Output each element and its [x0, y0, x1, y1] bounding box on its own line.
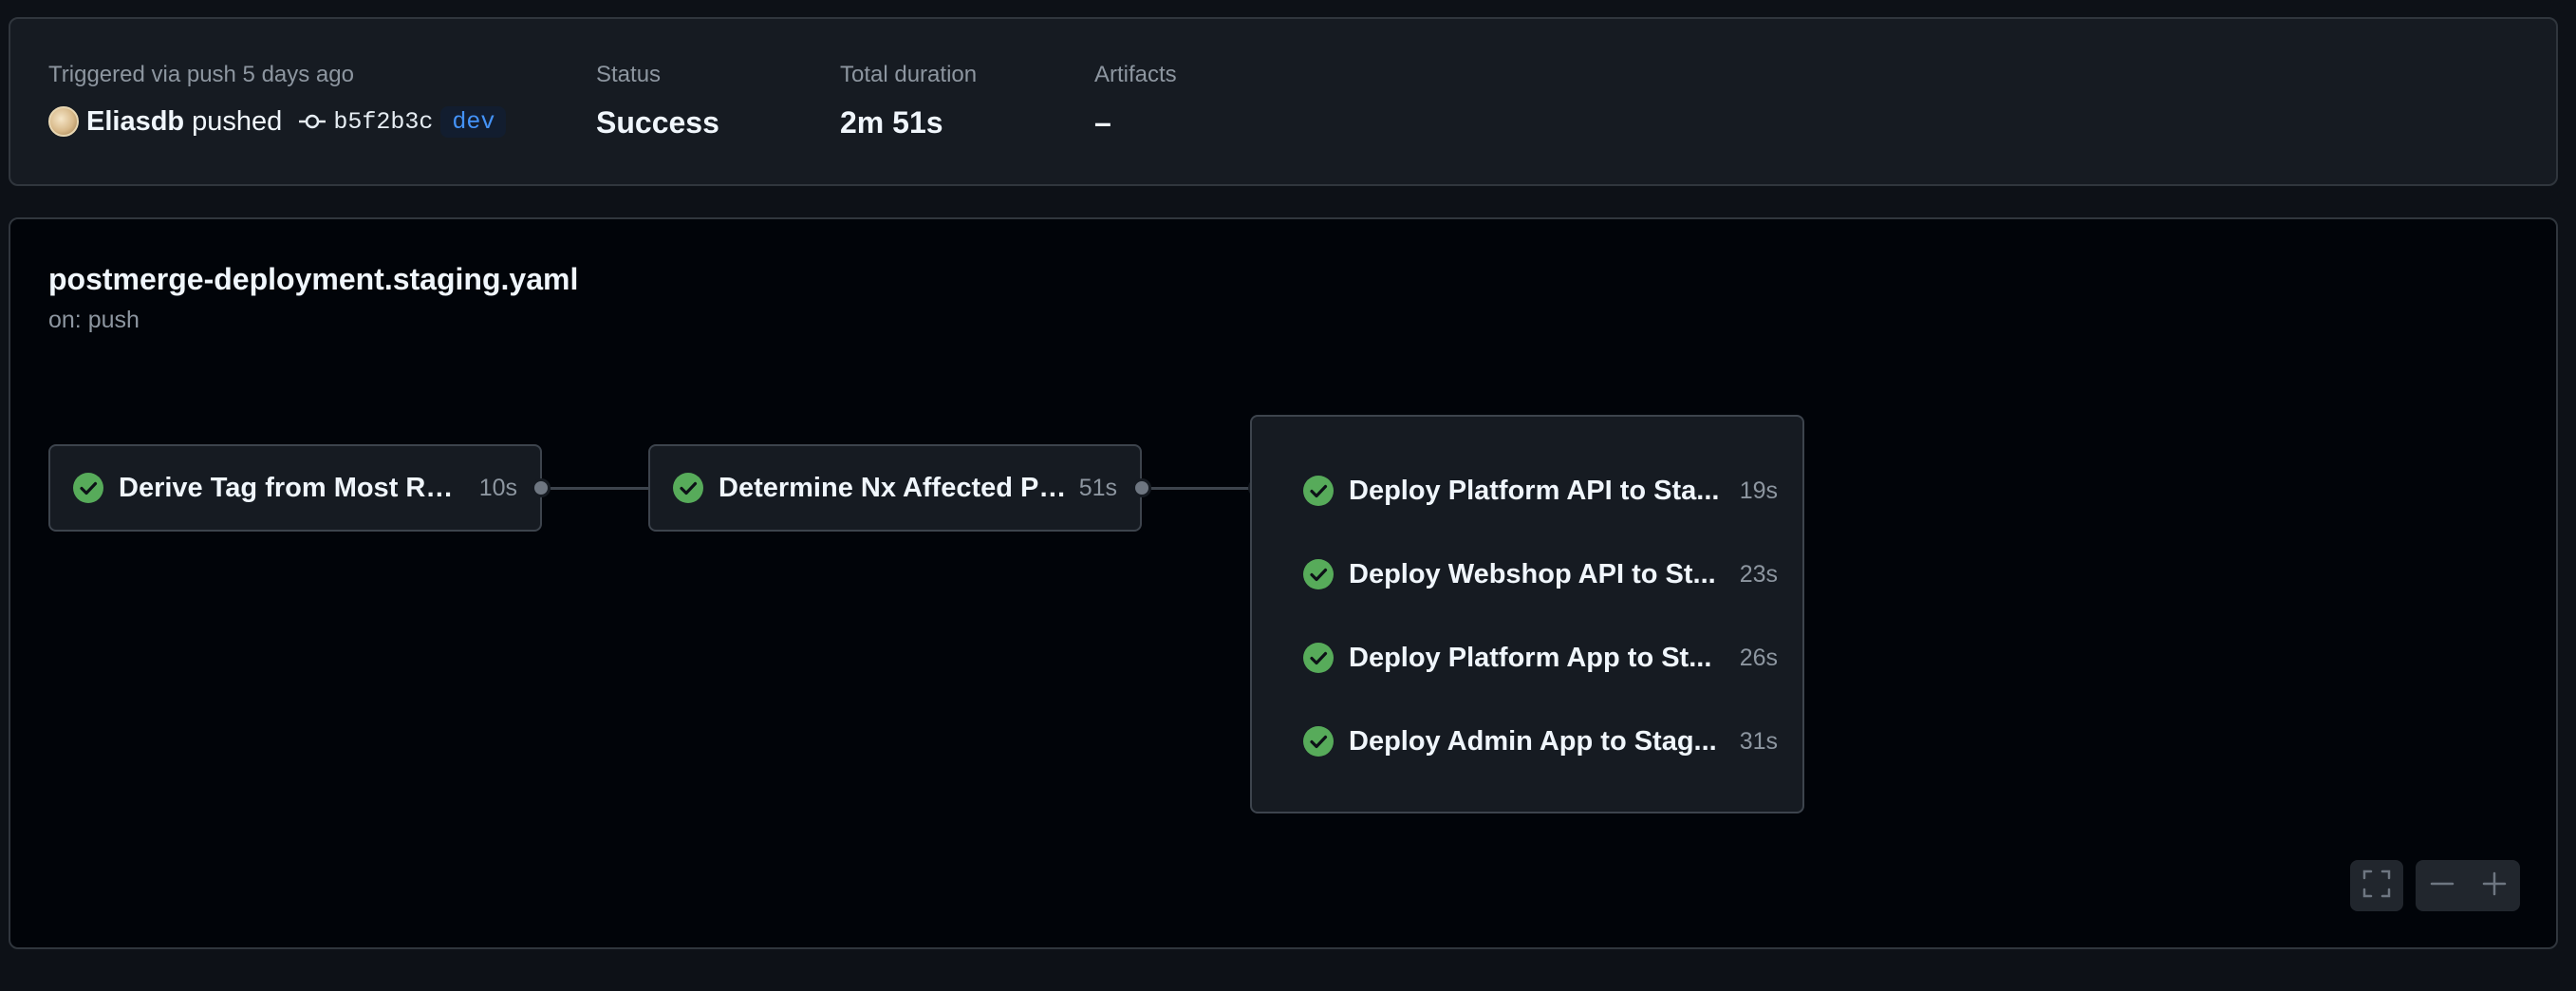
duration-label: Total duration — [840, 62, 978, 87]
deploy-job-group: Deploy Platform API to Sta... 19s Deploy… — [1250, 415, 1804, 813]
job-connector-line — [551, 487, 649, 490]
job-duration: 23s — [1739, 560, 1778, 588]
artifacts-label: Artifacts — [1094, 62, 1177, 87]
check-circle-icon — [1303, 643, 1334, 673]
minus-icon — [2430, 871, 2455, 901]
job-name: Deploy Admin App to Stag... — [1349, 725, 1717, 757]
job-name: Derive Tag from Most Rec... — [119, 472, 468, 503]
run-summary-panel: Triggered via push 5 days ago Eliasdb pu… — [9, 17, 2558, 186]
job-name: Deploy Platform App to St... — [1349, 642, 1712, 673]
job-deploy-admin-app[interactable]: Deploy Admin App to Stag... 31s — [1303, 713, 1778, 770]
artifacts-block: Artifacts – — [1094, 61, 1177, 140]
job-duration: 31s — [1739, 727, 1778, 755]
workflow-graph-panel[interactable]: postmerge-deployment.staging.yaml on: pu… — [9, 217, 2558, 949]
check-circle-icon — [1303, 476, 1334, 506]
check-circle-icon — [673, 473, 703, 503]
node-connector-dot — [532, 478, 551, 497]
node-connector-dot — [1132, 478, 1151, 497]
job-derive-tag[interactable]: Derive Tag from Most Rec... 10s — [48, 444, 542, 532]
plus-icon — [2482, 871, 2507, 901]
zoom-controls — [2416, 860, 2520, 911]
check-circle-icon — [1303, 726, 1334, 757]
job-connector-line — [1151, 487, 1250, 490]
duration-value: 2m 51s — [840, 105, 943, 140]
check-circle-icon — [1303, 559, 1334, 589]
fullscreen-button[interactable] — [2350, 860, 2403, 911]
job-name: Deploy Webshop API to St... — [1349, 558, 1716, 589]
job-deploy-platform-api[interactable]: Deploy Platform API to Sta... 19s — [1303, 462, 1778, 519]
job-deploy-platform-app[interactable]: Deploy Platform App to St... 26s — [1303, 629, 1778, 686]
job-name: Determine Nx Affected Pr... — [719, 472, 1068, 503]
trigger-info: Triggered via push 5 days ago Eliasdb pu… — [48, 61, 507, 140]
branch-badge[interactable]: dev — [440, 105, 507, 138]
job-duration: 19s — [1739, 477, 1778, 504]
status-block: Status Success — [596, 61, 719, 140]
job-determine-nx[interactable]: Determine Nx Affected Pr... 51s — [648, 444, 1142, 532]
zoom-out-button[interactable] — [2416, 860, 2468, 911]
avatar[interactable] — [48, 106, 79, 137]
workflow-trigger: on: push — [48, 307, 140, 333]
status-label: Status — [596, 62, 662, 87]
git-commit-icon — [299, 112, 327, 131]
zoom-in-button[interactable] — [2468, 860, 2520, 911]
check-circle-icon — [73, 473, 103, 503]
user-link[interactable]: Eliasdb — [86, 106, 184, 138]
trigger-label: Triggered via push 5 days ago — [48, 62, 354, 87]
workflow-title[interactable]: postmerge-deployment.staging.yaml — [48, 262, 578, 297]
job-duration: 26s — [1739, 644, 1778, 671]
status-value: Success — [596, 105, 719, 140]
job-duration: 51s — [1078, 474, 1117, 501]
duration-block: Total duration 2m 51s — [840, 61, 977, 140]
pushed-text: pushed — [192, 105, 283, 137]
job-deploy-webshop-api[interactable]: Deploy Webshop API to St... 23s — [1303, 546, 1778, 603]
fullscreen-icon — [2362, 869, 2391, 903]
job-duration: 10s — [478, 474, 517, 501]
commit-sha-link[interactable]: b5f2b3c — [333, 108, 433, 136]
artifacts-value: – — [1094, 105, 1111, 140]
job-name: Deploy Platform API to Sta... — [1349, 475, 1720, 506]
